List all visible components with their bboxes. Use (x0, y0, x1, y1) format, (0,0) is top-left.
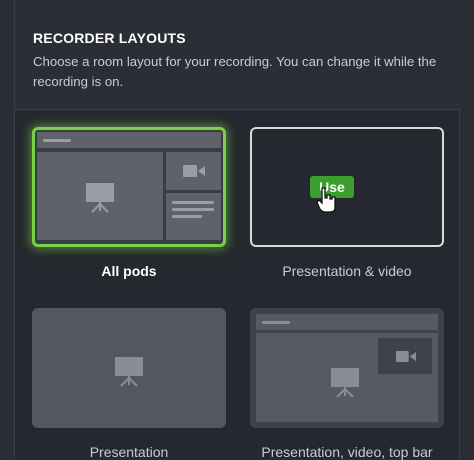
thumb-share-pod (37, 152, 163, 240)
layout-label-all-pods: All pods (101, 263, 157, 279)
thumb-video-pod (378, 338, 432, 374)
panel-description: Choose a room layout for your recording.… (33, 54, 437, 89)
layout-card-presentation-video-top-bar[interactable] (250, 308, 444, 428)
video-camera-icon (396, 351, 416, 362)
layout-card-presentation[interactable] (32, 308, 226, 428)
hand-pointer-icon (316, 187, 336, 213)
video-camera-icon (183, 165, 205, 177)
layout-label-presentation: Presentation (89, 444, 169, 460)
thumb-chat-pod (166, 193, 221, 240)
layout-card-all-pods[interactable] (32, 127, 226, 247)
thumb-top-bar (256, 314, 438, 330)
presentation-icon (115, 357, 143, 387)
presentation-icon (331, 368, 359, 398)
panel-title: RECORDER LAYOUTS (33, 30, 186, 46)
thumb-video-pod (166, 152, 221, 190)
layout-label-presentation-video: Presentation & video (282, 263, 412, 279)
panel-header: RECORDER LAYOUTS Choose a room layout fo… (15, 0, 461, 110)
thumb-share-pod (256, 333, 438, 422)
layout-label-presentation-video-top-bar: Presentation, video, top bar (261, 444, 433, 460)
thumb-top-bar (37, 132, 221, 148)
presentation-icon (86, 183, 114, 213)
